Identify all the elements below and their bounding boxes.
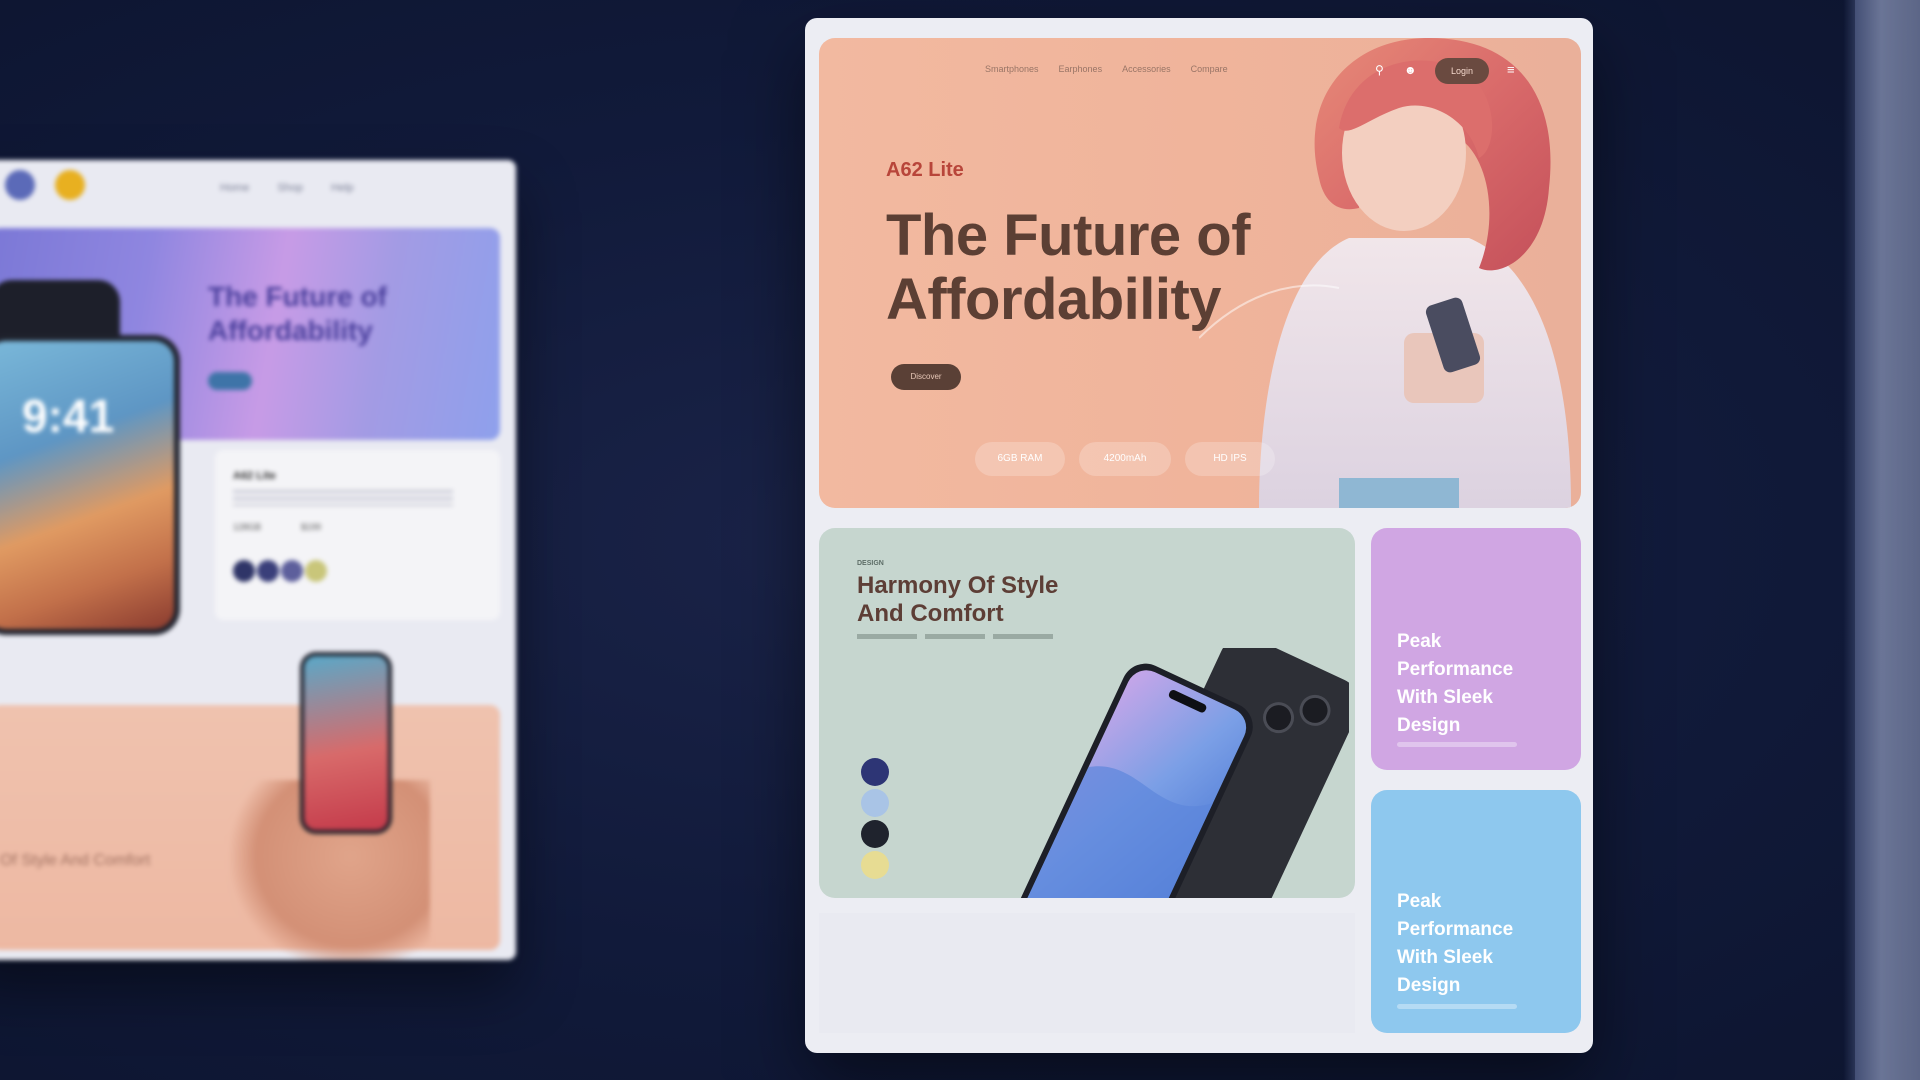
style-card-subtitle [857, 634, 1057, 639]
nav-link[interactable]: Home [220, 182, 249, 194]
left-mockup-nav: Home Shop Help [0, 160, 516, 220]
performance-title-line: With Sleek [1397, 947, 1493, 968]
side-panel-edge [1843, 0, 1920, 1080]
phone-image: 9:41 [0, 335, 180, 635]
performance-card-caption [1397, 742, 1517, 747]
performance-card-purple[interactable]: Peak Performance With Sleek Design [1371, 528, 1581, 770]
left-color-swatches [233, 560, 327, 582]
performance-title-line: Performance [1397, 919, 1514, 940]
partner-logo-icon [55, 170, 85, 200]
color-options [861, 758, 889, 879]
discover-button[interactable]: Discover [891, 364, 961, 390]
performance-card-blue[interactable]: Peak Performance With Sleek Design [1371, 790, 1581, 1033]
color-option[interactable] [861, 851, 889, 879]
hero-title-line: Affordability [886, 267, 1222, 332]
brand-logo-icon [5, 170, 35, 200]
performance-card-caption [1397, 1004, 1517, 1009]
hero-title: The Future of Affordability [886, 204, 1326, 332]
color-option[interactable] [861, 789, 889, 817]
spec-chip[interactable]: HD IPS [1185, 442, 1275, 476]
left-hero-title: The Future of Affordability [208, 281, 387, 346]
phones-product-image [1019, 648, 1349, 898]
phone-clock: 9:41 [22, 390, 115, 442]
hero-title-line: The Future of [886, 203, 1251, 268]
color-swatch[interactable] [281, 560, 303, 582]
hero-section: Smartphones Earphones Accessories Compar… [819, 38, 1581, 508]
style-feature-card: DESIGN Harmony Of Style And Comfort [819, 528, 1355, 898]
primary-website-mockup: Smartphones Earphones Accessories Compar… [805, 18, 1593, 1053]
main-nav: Smartphones Earphones Accessories Compar… [985, 64, 1228, 74]
stat-value: $199 [301, 522, 322, 532]
performance-title-line: Performance [1397, 659, 1514, 680]
performance-title-line: Peak [1397, 631, 1442, 652]
left-product-card: A62 Lite 128GB $199 [215, 450, 500, 620]
color-swatch[interactable] [305, 560, 327, 582]
performance-card-title: Peak Performance With Sleek Design [1397, 888, 1547, 1000]
color-option[interactable] [861, 820, 889, 848]
stat-value: 128GB [233, 522, 262, 532]
left-card-description [233, 490, 453, 506]
nav-link[interactable]: Help [331, 182, 354, 194]
color-swatch[interactable] [233, 560, 255, 582]
product-model-name: A62 Lite [886, 159, 964, 181]
color-option[interactable] [861, 758, 889, 786]
login-button[interactable]: Login [1435, 58, 1489, 84]
nav-link[interactable]: Shop [277, 182, 303, 194]
nav-link-accessories[interactable]: Accessories [1122, 64, 1171, 74]
left-bottom-title: Of Style And Comfort [0, 852, 151, 869]
menu-icon[interactable]: ≡ [1507, 62, 1523, 78]
user-icon[interactable]: ☻ [1404, 63, 1418, 77]
left-hero-button[interactable] [208, 372, 252, 390]
performance-card-title: Peak Performance With Sleek Design [1397, 628, 1547, 740]
phone-screen [304, 656, 388, 830]
style-card-title-line: And Comfort [857, 600, 1004, 627]
nav-link-compare[interactable]: Compare [1191, 64, 1228, 74]
nav-link-smartphones[interactable]: Smartphones [985, 64, 1039, 74]
performance-title-line: Peak [1397, 891, 1442, 912]
secondary-website-mockup: Home Shop Help 9:41 The Future of Afford… [0, 160, 516, 960]
color-swatch[interactable] [257, 560, 279, 582]
style-card-title: Harmony Of Style And Comfort [857, 572, 1137, 628]
spec-chip[interactable]: 4200mAh [1079, 442, 1171, 476]
search-icon[interactable]: ⚲ [1375, 63, 1389, 77]
performance-title-line: Design [1397, 975, 1461, 996]
left-card-stats: 128GB $199 [233, 522, 321, 532]
style-card-eyebrow: DESIGN [857, 560, 884, 567]
phone-screen: 9:41 [0, 341, 174, 629]
style-card-title-line: Harmony Of Style [857, 572, 1059, 599]
left-card-title: A62 Lite [233, 470, 276, 482]
empty-section [819, 913, 1355, 1033]
nav-link-earphones[interactable]: Earphones [1059, 64, 1103, 74]
phone-in-hand-image [300, 652, 392, 834]
performance-title-line: With Sleek [1397, 687, 1493, 708]
left-mockup-nav-links: Home Shop Help [220, 182, 354, 194]
spec-chip[interactable]: 6GB RAM [975, 442, 1065, 476]
performance-title-line: Design [1397, 715, 1461, 736]
